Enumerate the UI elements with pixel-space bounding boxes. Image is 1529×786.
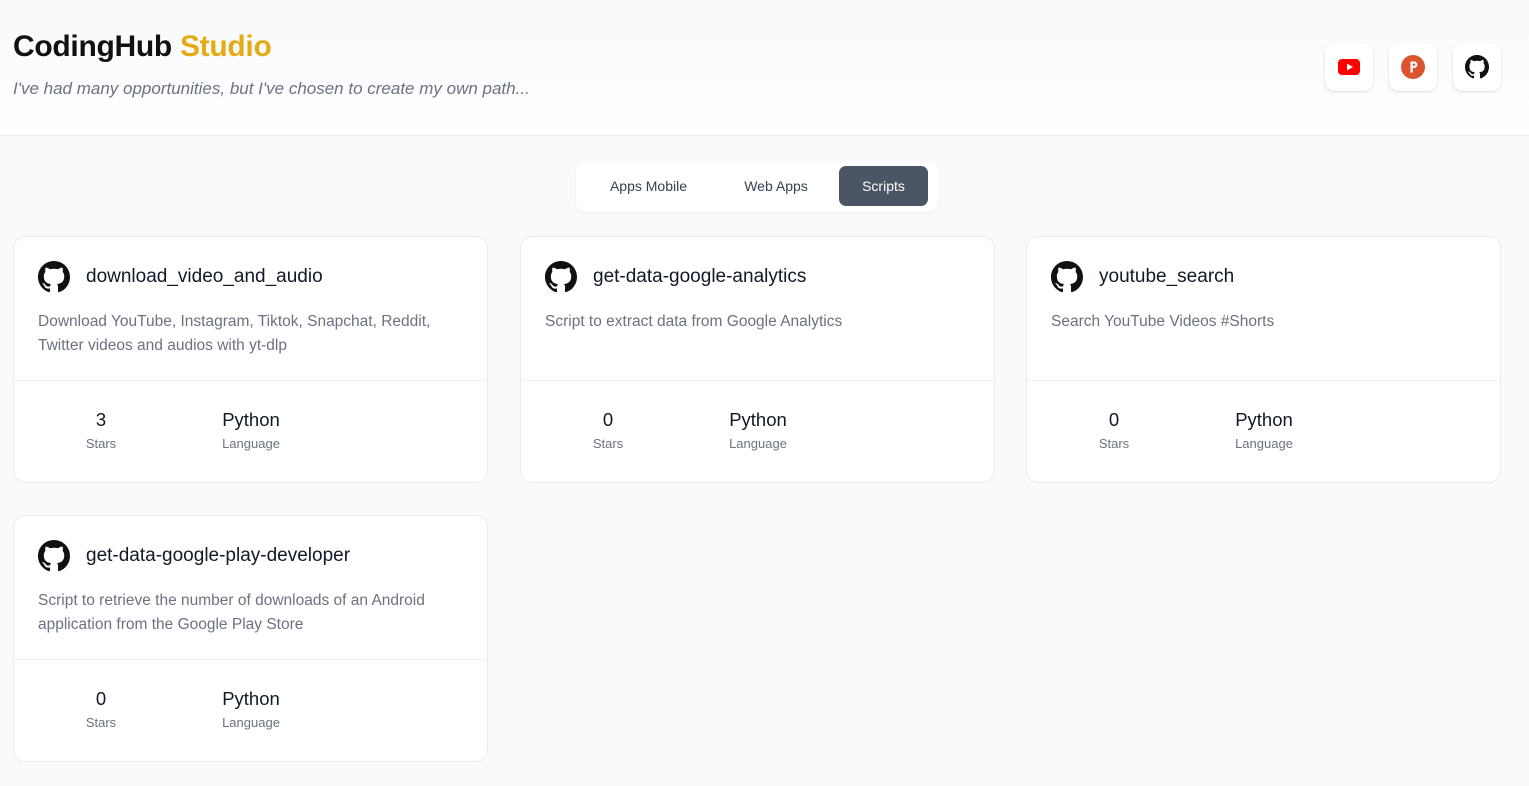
brand-title: CodingHub Studio: [13, 30, 272, 64]
language-value: Python: [729, 409, 787, 430]
repo-card[interactable]: download_video_and_audio Download YouTub…: [13, 236, 488, 483]
stars-label: Stars: [85, 436, 117, 451]
language-value: Python: [1235, 409, 1293, 430]
stars-label: Stars: [85, 715, 117, 730]
github-icon: [1465, 55, 1489, 79]
stars-label: Stars: [592, 436, 624, 451]
stars-label: Stars: [1098, 436, 1130, 451]
stars-stat: 3 Stars: [31, 408, 171, 451]
github-icon: [38, 540, 70, 572]
stars-count: 0: [95, 688, 107, 709]
producthunt-icon: [1401, 55, 1425, 79]
card-divider: [521, 380, 994, 381]
language-value: Python: [222, 688, 280, 709]
stars-stat: 0 Stars: [1044, 408, 1184, 451]
github-link[interactable]: [1453, 43, 1501, 91]
repo-card[interactable]: youtube_search Search YouTube Videos #Sh…: [1026, 236, 1501, 483]
repo-card[interactable]: get-data-google-play-developer Script to…: [13, 515, 488, 762]
youtube-icon: [1338, 59, 1360, 75]
language-stat: Python Language: [1194, 408, 1334, 451]
repo-card[interactable]: get-data-google-analytics Script to extr…: [520, 236, 995, 483]
repo-title[interactable]: get-data-google-play-developer: [86, 545, 350, 567]
brand-suffix: Studio: [179, 30, 272, 63]
repo-title[interactable]: youtube_search: [1099, 266, 1234, 288]
card-divider: [14, 380, 487, 381]
repo-description: Script to retrieve the number of downloa…: [38, 592, 425, 633]
brand-name: CodingHub: [13, 30, 172, 63]
tab-apps-mobile[interactable]: Apps Mobile: [582, 166, 715, 206]
card-divider: [1027, 380, 1500, 381]
repo-title[interactable]: download_video_and_audio: [86, 266, 323, 288]
repo-title[interactable]: get-data-google-analytics: [593, 266, 806, 288]
language-stat: Python Language: [181, 687, 321, 730]
language-label: Language: [1235, 436, 1293, 451]
category-tabs: Apps Mobile Web Apps Scripts: [576, 161, 938, 212]
card-divider: [14, 659, 487, 660]
github-icon: [38, 261, 70, 293]
language-label: Language: [729, 436, 787, 451]
language-stat: Python Language: [688, 408, 828, 451]
stars-stat: 0 Stars: [31, 687, 171, 730]
language-stat: Python Language: [181, 408, 321, 451]
stars-count: 0: [602, 409, 614, 430]
stars-count: 0: [1108, 409, 1120, 430]
repo-description: Script to extract data from Google Analy…: [545, 313, 843, 330]
producthunt-link[interactable]: [1389, 43, 1437, 91]
language-value: Python: [222, 409, 280, 430]
tagline: I've had many opportunities, but I've ch…: [13, 79, 530, 98]
language-label: Language: [222, 715, 280, 730]
youtube-link[interactable]: [1325, 43, 1373, 91]
stars-count: 3: [95, 409, 107, 430]
tab-web-apps[interactable]: Web Apps: [715, 166, 837, 206]
stars-stat: 0 Stars: [538, 408, 678, 451]
language-label: Language: [222, 436, 280, 451]
header: CodingHub Studio I've had many opportuni…: [0, 0, 1529, 136]
repo-description: Search YouTube Videos #Shorts: [1051, 313, 1275, 330]
github-icon: [545, 261, 577, 293]
repo-description: Download YouTube, Instagram, Tiktok, Sna…: [38, 313, 431, 354]
tab-scripts[interactable]: Scripts: [839, 166, 928, 206]
github-icon: [1051, 261, 1083, 293]
